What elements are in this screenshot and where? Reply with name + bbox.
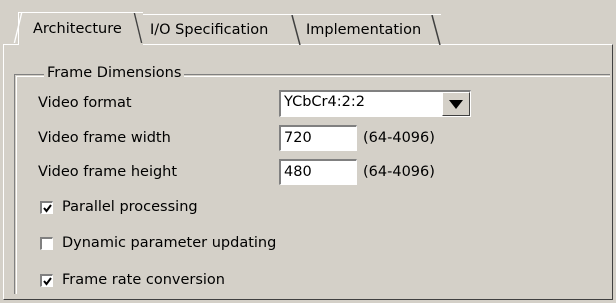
tab-implementation[interactable]: Implementation: [291, 14, 441, 45]
parallel-processing-checkbox[interactable]: [40, 200, 53, 214]
parallel-processing-option[interactable]: Parallel processing: [40, 199, 198, 215]
video-format-select[interactable]: YCbCr4:2:2: [279, 90, 471, 117]
tab-io-specification[interactable]: I/O Specification: [135, 14, 301, 45]
video-format-value: YCbCr4:2:2: [284, 94, 365, 110]
checkmark-icon: [43, 203, 52, 213]
frame-rate-conversion-label: Frame rate conversion: [62, 272, 225, 288]
frame-rate-conversion-checkbox[interactable]: [40, 273, 53, 287]
frame-width-range: (64-4096): [363, 130, 435, 146]
dynamic-parameter-option[interactable]: Dynamic parameter updating: [40, 235, 276, 251]
checkmark-icon: [43, 276, 52, 286]
tab-edge-icon: [133, 13, 143, 43]
tab-architecture-label: Architecture: [33, 21, 122, 37]
tab-edge-icon: [13, 13, 23, 43]
tab-edge-icon: [431, 15, 441, 45]
frame-height-input[interactable]: 480: [279, 159, 357, 185]
group-title: Frame Dimensions: [44, 65, 185, 81]
frame-height-label: Video frame height: [38, 164, 178, 180]
dynamic-parameter-checkbox[interactable]: [40, 236, 53, 250]
frame-width-label: Video frame width: [38, 130, 171, 146]
chevron-down-icon: [449, 100, 463, 109]
dynamic-parameter-label: Dynamic parameter updating: [62, 235, 277, 251]
dropdown-button[interactable]: [442, 92, 470, 116]
frame-width-input[interactable]: 720: [279, 125, 357, 151]
parallel-processing-label: Parallel processing: [62, 199, 198, 215]
frame-height-range: (64-4096): [363, 164, 435, 180]
tab-edge-icon: [291, 15, 301, 45]
tab-architecture[interactable]: Architecture: [13, 12, 143, 45]
tab-implementation-label: Implementation: [306, 21, 422, 38]
frame-rate-conversion-option[interactable]: Frame rate conversion: [40, 272, 225, 288]
video-format-label: Video format: [38, 95, 132, 111]
tab-io-specification-label: I/O Specification: [150, 21, 269, 38]
window-top-strip: [0, 0, 616, 12]
